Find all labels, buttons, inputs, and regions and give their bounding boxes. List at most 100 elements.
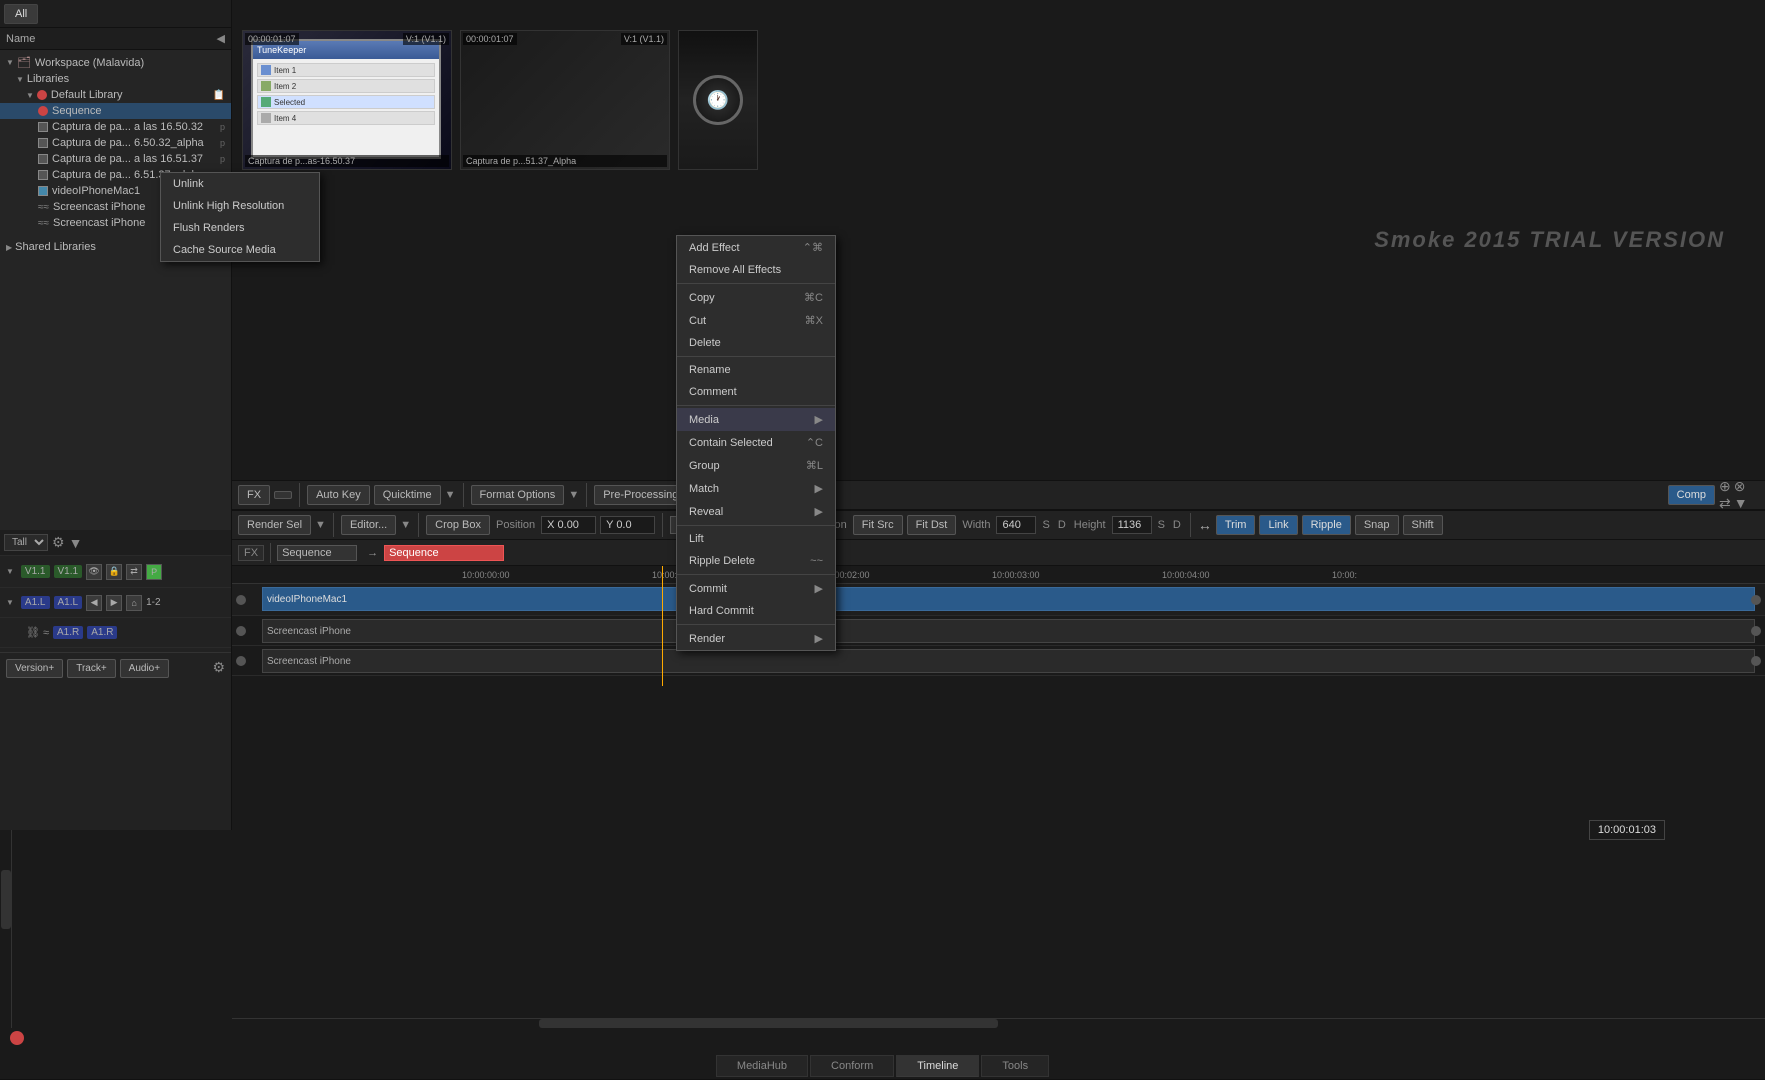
sequence-item[interactable]: Sequence bbox=[0, 103, 231, 119]
crop-box-button[interactable]: Crop Box bbox=[426, 515, 490, 535]
ctx-add-effect-shortcut: ⌃⌘ bbox=[803, 241, 823, 254]
preview-thumb-1[interactable]: TuneKeeper Item 1 Item 2 S bbox=[242, 30, 452, 170]
version-plus-btn[interactable]: Version+ bbox=[6, 659, 63, 678]
ctx-rename[interactable]: Rename bbox=[677, 359, 835, 381]
ctx-add-effect[interactable]: Add Effect ⌃⌘ bbox=[677, 236, 835, 259]
render-sel-button[interactable]: Render Sel bbox=[238, 515, 311, 535]
tab-timeline[interactable]: Timeline bbox=[896, 1055, 979, 1077]
preview-thumb-3[interactable]: 🕐 bbox=[678, 30, 758, 170]
h-scrollbar-thumb[interactable] bbox=[539, 1019, 999, 1028]
ctx-render[interactable]: Render ▶ bbox=[677, 627, 835, 650]
default-library-triangle: ▼ bbox=[26, 91, 34, 100]
sequence-val-input[interactable] bbox=[384, 545, 504, 561]
tab-mediahub[interactable]: MediaHub bbox=[716, 1055, 808, 1077]
default-library-item[interactable]: ▼ Default Library 📋 bbox=[0, 87, 231, 103]
auto-key-button[interactable]: Auto Key bbox=[307, 485, 370, 505]
add-buttons-row: Version+ Track+ Audio+ ⚙ bbox=[0, 652, 231, 684]
sep4 bbox=[333, 513, 334, 537]
workspace-item[interactable]: ▼ 🗂 Workspace (Malavida) bbox=[0, 54, 231, 71]
v1-eye-btn[interactable]: 👁 bbox=[86, 564, 102, 580]
ctx-contain-selected[interactable]: Contain Selected ⌃C bbox=[677, 431, 835, 454]
height-input[interactable] bbox=[1112, 516, 1152, 534]
fx-button[interactable]: FX bbox=[238, 485, 270, 505]
media-item-2[interactable]: Captura de pa... a las 16.51.37 p bbox=[0, 151, 231, 167]
libraries-item[interactable]: ▼ Libraries bbox=[0, 71, 231, 87]
panel-collapse-icon[interactable]: ◀ bbox=[217, 32, 225, 45]
sub-unlink-hires[interactable]: Unlink High Resolution bbox=[161, 195, 319, 217]
fit-dst-button[interactable]: Fit Dst bbox=[907, 515, 957, 535]
tab-all[interactable]: All bbox=[4, 4, 38, 24]
fit-src-button[interactable]: Fit Src bbox=[853, 515, 903, 535]
audio-plus-btn[interactable]: Audio+ bbox=[120, 659, 169, 678]
ctx-commit[interactable]: Commit ▶ bbox=[677, 577, 835, 600]
ctx-cut[interactable]: Cut ⌘X bbox=[677, 309, 835, 332]
ctx-reveal[interactable]: Reveal ▶ bbox=[677, 500, 835, 523]
quicktime-button[interactable]: Quicktime bbox=[374, 485, 441, 505]
tall-dropdown[interactable]: Tall bbox=[4, 534, 48, 551]
media-item-1[interactable]: Captura de pa... 6.50.32_alpha p bbox=[0, 135, 231, 151]
ctx-remove-effects[interactable]: Remove All Effects bbox=[677, 259, 835, 281]
tall-arrow: ▼ bbox=[69, 535, 83, 551]
width-input[interactable] bbox=[996, 516, 1036, 534]
tab-conform[interactable]: Conform bbox=[810, 1055, 894, 1077]
ctx-hard-commit-label: Hard Commit bbox=[689, 605, 754, 617]
h-scrollbar[interactable] bbox=[232, 1018, 1765, 1028]
snap-button[interactable]: Snap bbox=[1355, 515, 1399, 535]
sequence-name-input[interactable] bbox=[277, 545, 357, 561]
v1-p-btn[interactable]: P bbox=[146, 564, 162, 580]
a1r-clip[interactable]: Screencast iPhone bbox=[262, 649, 1755, 673]
v-scrollbar-left-thumb[interactable] bbox=[1, 870, 11, 929]
a1l-home-btn[interactable]: ⌂ bbox=[126, 595, 142, 611]
media-type-2: p bbox=[220, 154, 225, 164]
trim-button[interactable]: Trim bbox=[1216, 515, 1256, 535]
preview-thumb-2[interactable]: 00:00:01:07 V:1 (V1.1) Captura de p...51… bbox=[460, 30, 670, 170]
ctx-ripple-delete[interactable]: Ripple Delete ~~ bbox=[677, 550, 835, 572]
ctx-copy[interactable]: Copy ⌘C bbox=[677, 286, 835, 309]
seq-arrow: → bbox=[367, 547, 378, 559]
sub-cache-source[interactable]: Cache Source Media bbox=[161, 239, 319, 261]
sub-unlink[interactable]: Unlink bbox=[161, 173, 319, 195]
ctx-ripple-label: Ripple Delete bbox=[689, 555, 755, 567]
inner-item-2: Item 2 bbox=[257, 79, 435, 93]
format-arrow: ▼ bbox=[568, 489, 579, 501]
sub-flush-renders[interactable]: Flush Renders bbox=[161, 217, 319, 239]
v1-clip[interactable]: videoIPhoneMac1 bbox=[262, 587, 1755, 611]
default-library-label: Default Library bbox=[51, 89, 213, 101]
v1-dot-right bbox=[1751, 595, 1761, 605]
ctx-group[interactable]: Group ⌘L bbox=[677, 454, 835, 477]
v1-lock-btn[interactable]: 🔒 bbox=[106, 564, 122, 580]
media-name-1: Captura de pa... 6.50.32_alpha bbox=[52, 137, 218, 149]
v-scrollbar-left[interactable] bbox=[0, 830, 12, 1028]
pre-processing-button[interactable]: Pre-Processing bbox=[594, 485, 687, 505]
sub-unlink-hires-label: Unlink High Resolution bbox=[173, 200, 284, 212]
a1l-num: 1-2 bbox=[146, 597, 160, 608]
ctx-remove-effects-label: Remove All Effects bbox=[689, 264, 781, 276]
media-item-0[interactable]: Captura de pa... a las 16.50.32 p bbox=[0, 119, 231, 135]
track-plus-btn[interactable]: Track+ bbox=[67, 659, 115, 678]
x-input[interactable] bbox=[541, 516, 596, 534]
a1l-clip[interactable]: Screencast iPhone bbox=[262, 619, 1755, 643]
format-options-button[interactable]: Format Options bbox=[471, 485, 565, 505]
editor-button[interactable]: Editor... bbox=[341, 515, 396, 535]
a1l-fwd-btn[interactable]: ▶ bbox=[106, 595, 122, 611]
a1l-dot-right bbox=[1751, 626, 1761, 636]
tab-tools[interactable]: Tools bbox=[981, 1055, 1049, 1077]
y-input[interactable] bbox=[600, 516, 655, 534]
a1l-back-btn[interactable]: ◀ bbox=[86, 595, 102, 611]
unnamed-btn[interactable] bbox=[274, 491, 292, 499]
sep3 bbox=[586, 483, 587, 507]
ctx-media[interactable]: Media ▶ bbox=[677, 408, 835, 431]
comp-button[interactable]: Comp bbox=[1668, 485, 1715, 505]
ctx-hard-commit[interactable]: Hard Commit bbox=[677, 600, 835, 622]
v1-link-btn[interactable]: ⇄ bbox=[126, 564, 142, 580]
seq-sep bbox=[270, 543, 271, 563]
ripple-button[interactable]: Ripple bbox=[1302, 515, 1351, 535]
ctx-comment[interactable]: Comment bbox=[677, 381, 835, 403]
ctx-ripple-shortcut: ~~ bbox=[810, 555, 823, 567]
ctx-lift[interactable]: Lift bbox=[677, 528, 835, 550]
shift-button[interactable]: Shift bbox=[1403, 515, 1443, 535]
ctx-commit-arrow: ▶ bbox=[815, 582, 823, 595]
link-button[interactable]: Link bbox=[1259, 515, 1297, 535]
ctx-delete[interactable]: Delete bbox=[677, 332, 835, 354]
ctx-match[interactable]: Match ▶ bbox=[677, 477, 835, 500]
